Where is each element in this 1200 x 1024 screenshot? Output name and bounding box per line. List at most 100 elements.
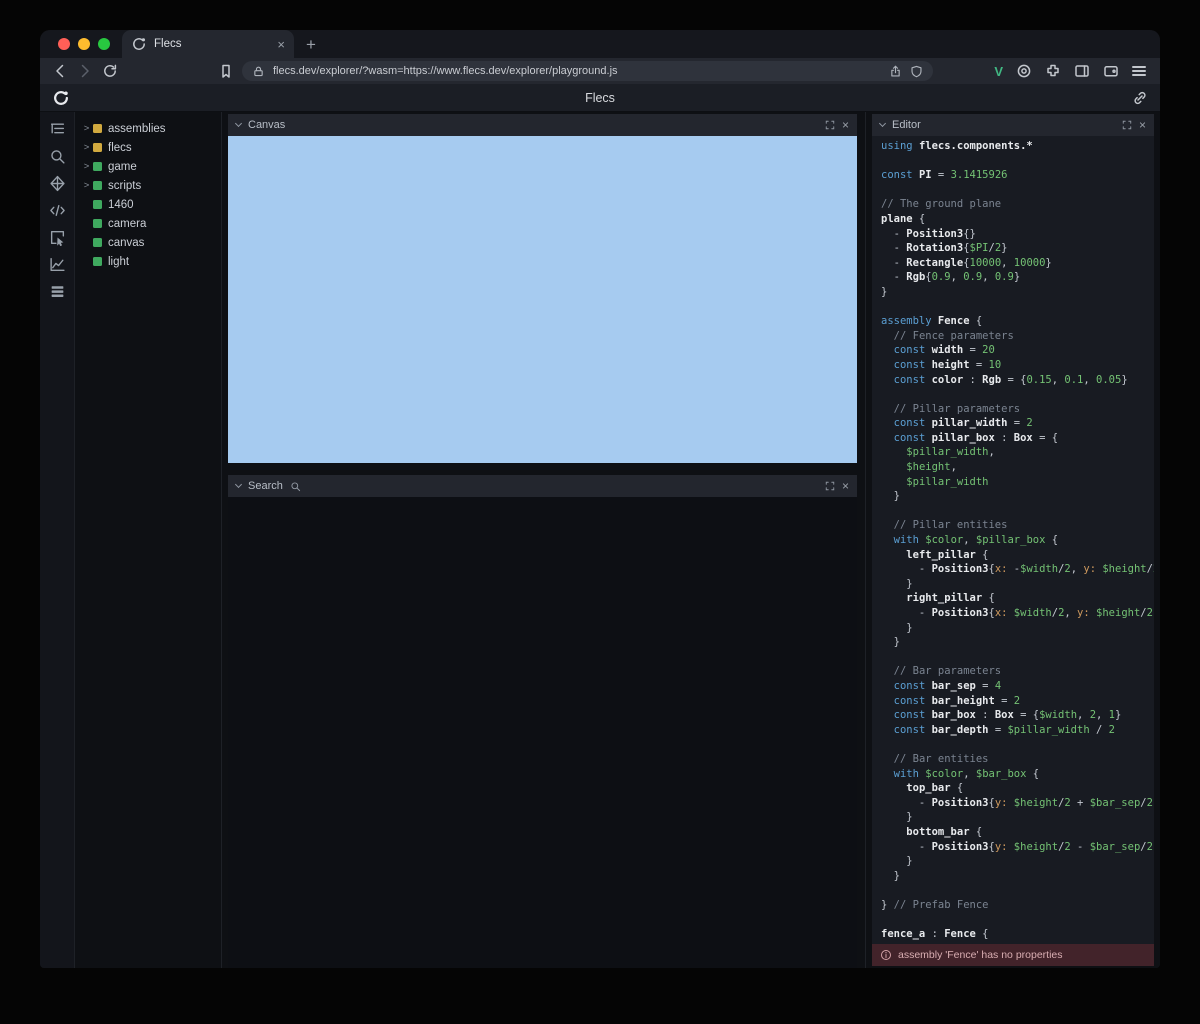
extensions-puzzle-icon[interactable] xyxy=(1045,63,1061,79)
queries-icon[interactable] xyxy=(49,283,66,300)
expand-panel-icon[interactable] xyxy=(1122,120,1132,130)
vue-extension-icon[interactable]: V xyxy=(994,64,1003,79)
search-icon[interactable] xyxy=(49,148,66,165)
code-line: // Pillar parameters xyxy=(881,402,1154,417)
code-line xyxy=(881,504,1154,519)
code-line xyxy=(881,912,1154,927)
chevron-right-icon[interactable]: > xyxy=(82,161,91,172)
browser-toolbar: flecs.dev/explorer/?wasm=https://www.fle… xyxy=(40,58,1160,84)
code-line: const bar_depth = $pillar_width / 2 xyxy=(881,723,1154,738)
entity-color-swatch xyxy=(93,257,102,266)
tree-item-scripts[interactable]: > scripts xyxy=(75,176,221,195)
tree-item-canvas[interactable]: canvas xyxy=(75,233,221,252)
code-line: const bar_sep = 4 xyxy=(881,679,1154,694)
close-panel-icon[interactable]: × xyxy=(842,119,849,131)
code-line: // The ground plane xyxy=(881,197,1154,212)
tree-item-1460[interactable]: 1460 xyxy=(75,195,221,214)
code-line: } xyxy=(881,285,1154,300)
code-line xyxy=(881,183,1154,198)
code-line: } xyxy=(881,489,1154,504)
expand-panel-icon[interactable] xyxy=(825,120,835,130)
code-line: const height = 10 xyxy=(881,358,1154,373)
menu-icon[interactable] xyxy=(1132,66,1146,76)
code-line: } xyxy=(881,635,1154,650)
code-line: - Position3{} xyxy=(881,227,1154,242)
code-line: const pillar_width = 2 xyxy=(881,416,1154,431)
code-line xyxy=(881,737,1154,752)
tree-item-game[interactable]: >game xyxy=(75,157,221,176)
chevron-right-icon[interactable]: > xyxy=(82,180,91,191)
tree-item-assemblies[interactable]: >assemblies xyxy=(75,119,221,138)
tab-title: Flecs xyxy=(154,38,270,50)
chevron-right-icon[interactable]: > xyxy=(82,123,91,134)
close-panel-icon[interactable]: × xyxy=(842,480,849,492)
forward-button[interactable] xyxy=(77,63,93,79)
canvas-panel-header[interactable]: Canvas × xyxy=(228,114,857,136)
code-line: } xyxy=(881,869,1154,884)
search-panel-header[interactable]: Search × xyxy=(228,475,857,497)
chevron-down-icon[interactable] xyxy=(235,481,242,488)
minimize-window-button[interactable] xyxy=(78,38,90,50)
tab-close-icon[interactable]: × xyxy=(277,37,285,52)
entities-icon[interactable] xyxy=(49,175,66,192)
code-line: const width = 20 xyxy=(881,343,1154,358)
search-panel: Search × xyxy=(228,475,857,968)
outliner-icon[interactable] xyxy=(49,121,66,138)
code-line: // Pillar entities xyxy=(881,518,1154,533)
tree-item-label: canvas xyxy=(108,237,144,249)
bookmark-icon[interactable] xyxy=(218,63,234,79)
code-line: $pillar_width xyxy=(881,475,1154,490)
browser-tab[interactable]: Flecs × xyxy=(122,30,294,58)
info-icon xyxy=(880,949,892,961)
expand-panel-icon[interactable] xyxy=(825,481,835,491)
sidebar-toggle-icon[interactable] xyxy=(1074,63,1090,79)
page-title: Flecs xyxy=(585,91,615,105)
share-link-icon[interactable] xyxy=(1132,90,1148,106)
code-line xyxy=(881,883,1154,898)
canvas-viewport[interactable] xyxy=(228,136,857,463)
new-tab-button[interactable]: + xyxy=(306,36,316,53)
app-header: Flecs xyxy=(40,84,1160,112)
code-line: bottom_bar { xyxy=(881,825,1154,840)
tree-item-label: scripts xyxy=(108,180,141,192)
editor-panel-header[interactable]: Editor × xyxy=(872,114,1154,136)
record-extension-icon[interactable] xyxy=(1016,63,1032,79)
stats-icon[interactable] xyxy=(49,256,66,273)
close-window-button[interactable] xyxy=(58,38,70,50)
code-line: right_pillar { xyxy=(881,591,1154,606)
tree-item-label: camera xyxy=(108,218,146,230)
code-icon[interactable] xyxy=(49,202,66,219)
search-results-area[interactable] xyxy=(228,497,857,968)
chevron-right-icon[interactable]: > xyxy=(82,142,91,153)
close-panel-icon[interactable]: × xyxy=(1139,119,1146,131)
code-line: const bar_height = 2 xyxy=(881,694,1154,709)
icon-rail xyxy=(40,112,75,968)
editor-code[interactable]: using flecs.components.* const PI = 3.14… xyxy=(872,136,1154,944)
code-line: plane { xyxy=(881,212,1154,227)
code-line: - Position3{y: $height/2 - $bar_sep/2} xyxy=(881,840,1154,855)
url-text[interactable]: flecs.dev/explorer/?wasm=https://www.fle… xyxy=(273,65,881,77)
code-line: top_bar { xyxy=(881,781,1154,796)
code-line xyxy=(881,387,1154,402)
chevron-down-icon[interactable] xyxy=(879,120,886,127)
code-line: with $color, $bar_box { xyxy=(881,767,1154,782)
canvas-panel-title: Canvas xyxy=(248,119,285,131)
code-line: left_pillar { xyxy=(881,548,1154,563)
wallet-icon[interactable] xyxy=(1103,63,1119,79)
tree-item-light[interactable]: light xyxy=(75,252,221,271)
code-line: assembly Fence { xyxy=(881,314,1154,329)
share-icon[interactable] xyxy=(889,65,902,78)
back-button[interactable] xyxy=(52,63,68,79)
brave-shield-icon[interactable] xyxy=(910,65,923,78)
tree-item-flecs[interactable]: >flecs xyxy=(75,138,221,157)
reload-button[interactable] xyxy=(102,63,118,79)
inspect-icon[interactable] xyxy=(49,229,66,246)
tree-item-camera[interactable]: camera xyxy=(75,214,221,233)
address-bar[interactable]: flecs.dev/explorer/?wasm=https://www.fle… xyxy=(242,61,933,81)
chevron-down-icon[interactable] xyxy=(235,120,242,127)
code-line: with $color, $pillar_box { xyxy=(881,533,1154,548)
browser-window: Flecs × + flecs.dev/explorer/?wasm=https… xyxy=(40,30,1160,968)
zoom-window-button[interactable] xyxy=(98,38,110,50)
code-line xyxy=(881,650,1154,665)
flecs-favicon-icon xyxy=(131,36,147,52)
